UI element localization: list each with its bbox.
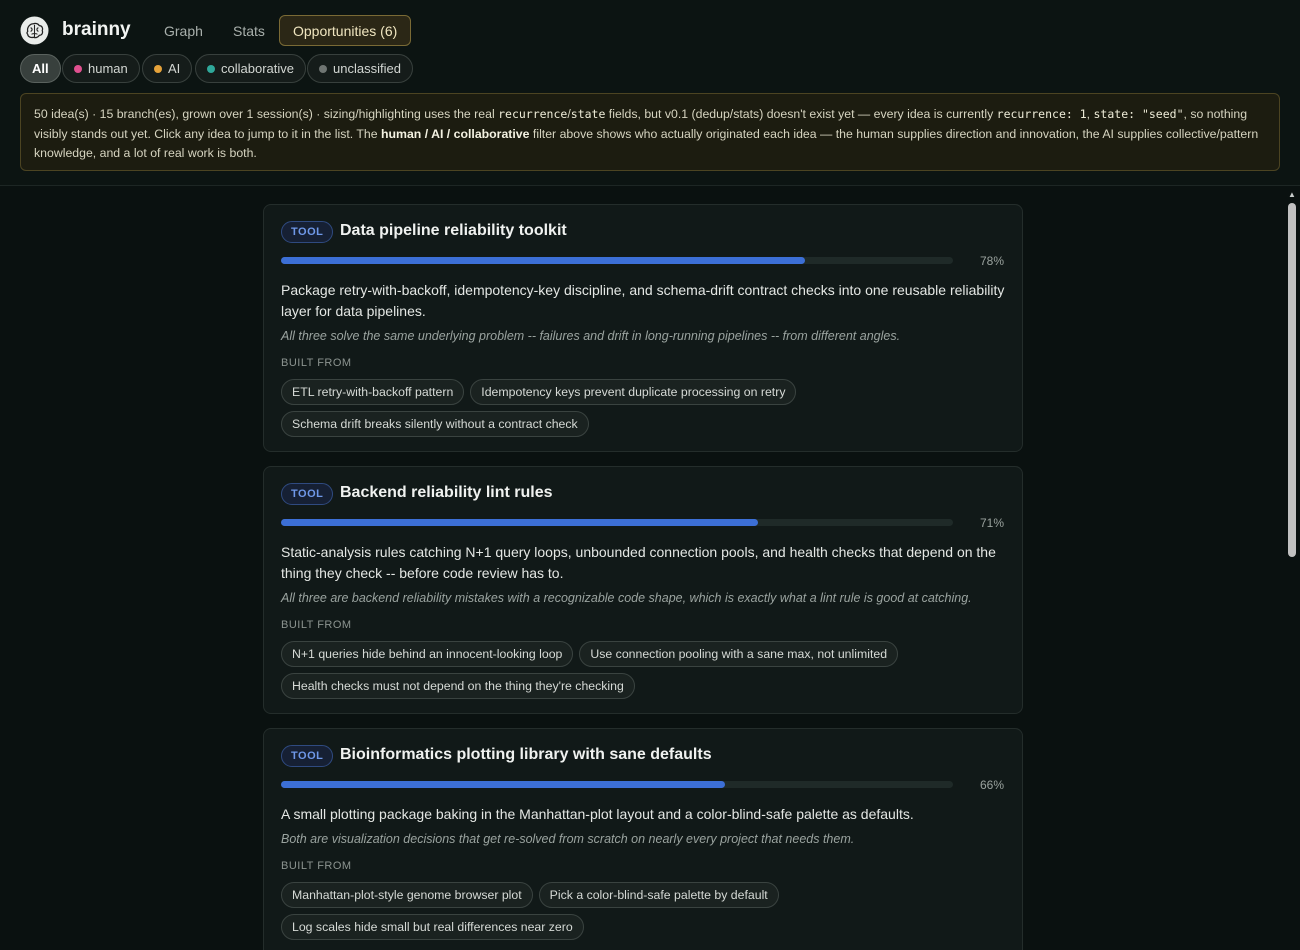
- filter-unclassified[interactable]: unclassified: [307, 54, 413, 83]
- opportunity-rationale: Both are visualization decisions that ge…: [281, 832, 855, 846]
- source-idea-chip[interactable]: Manhattan-plot-style genome browser plot: [281, 882, 533, 908]
- source-idea-chip[interactable]: Health checks must not depend on the thi…: [281, 673, 635, 699]
- source-idea-chip[interactable]: ETL retry-with-backoff pattern: [281, 379, 465, 405]
- source-idea-chip[interactable]: Schema drift breaks silently without a c…: [281, 411, 589, 437]
- score-percent: 71%: [979, 516, 1004, 530]
- type-badge: TOOL: [281, 221, 334, 243]
- opportunity-title: Data pipeline reliability toolkit: [340, 222, 567, 239]
- scrollbar-thumb[interactable]: [1288, 203, 1296, 557]
- notice-code: state: [570, 107, 606, 121]
- built-from-label: BUILT FROM: [281, 357, 352, 369]
- opportunity-rationale: All three solve the same underlying prob…: [281, 329, 901, 343]
- app-header: brainny Graph Stats Opportunities (6) Al…: [0, 0, 1300, 186]
- filter-ai-label: AI: [168, 61, 181, 76]
- opportunity-card[interactable]: TOOL Backend reliability lint rules 71% …: [263, 466, 1023, 714]
- ai-dot-icon: [154, 65, 162, 73]
- tab-graph[interactable]: Graph: [150, 15, 217, 46]
- opportunity-description: Static-analysis rules catching N+1 query…: [281, 544, 996, 581]
- opportunity-description: A small plotting package baking in the M…: [281, 806, 914, 822]
- notice-text: 50 idea(s) · 15 branch(es), grown over 1…: [34, 107, 499, 121]
- source-idea-chip[interactable]: Use connection pooling with a sane max, …: [579, 641, 899, 667]
- filter-human-label: human: [88, 61, 128, 76]
- collaborative-dot-icon: [207, 65, 215, 73]
- filter-ai[interactable]: AI: [142, 54, 193, 83]
- opportunity-description: Package retry-with-backoff, idempotency-…: [281, 282, 1005, 319]
- built-from-label: BUILT FROM: [281, 619, 352, 631]
- source-idea-chip[interactable]: Log scales hide small but real differenc…: [281, 914, 584, 940]
- type-badge: TOOL: [281, 745, 334, 767]
- notice-code: recurrence: [498, 107, 568, 121]
- opportunity-card[interactable]: TOOL Data pipeline reliability toolkit 7…: [263, 204, 1023, 452]
- score-bar: [281, 519, 953, 526]
- source-chips: N+1 queries hide behind an innocent-look…: [281, 641, 1005, 705]
- filter-collaborative[interactable]: collaborative: [195, 54, 306, 83]
- filter-unclassified-label: unclassified: [333, 61, 401, 76]
- filter-all-label: All: [32, 61, 49, 76]
- filter-collaborative-label: collaborative: [221, 61, 294, 76]
- notice-text: ,: [1086, 107, 1094, 121]
- opportunity-title: Backend reliability lint rules: [340, 484, 553, 501]
- tab-opportunities[interactable]: Opportunities (6): [279, 15, 412, 46]
- app-name: brainny: [62, 19, 131, 40]
- info-notice: 50 idea(s) · 15 branch(es), grown over 1…: [20, 93, 1280, 171]
- score-bar-fill: [281, 257, 806, 264]
- score-bar: [281, 781, 953, 788]
- filter-all[interactable]: All: [20, 54, 61, 83]
- opportunity-rationale: All three are backend reliability mistak…: [281, 591, 972, 605]
- tab-stats[interactable]: Stats: [219, 15, 279, 46]
- built-from-label: BUILT FROM: [281, 860, 352, 872]
- notice-bold: human / AI / collaborative: [380, 126, 530, 141]
- source-idea-chip[interactable]: Idempotency keys prevent duplicate proce…: [470, 379, 797, 405]
- notice-text: fields, but v0.1 (dedup/stats) doesn't e…: [605, 107, 997, 121]
- score-percent: 78%: [979, 254, 1004, 268]
- unclassified-dot-icon: [319, 65, 327, 73]
- score-bar-fill: [281, 519, 759, 526]
- human-dot-icon: [74, 65, 82, 73]
- source-chips: Manhattan-plot-style genome browser plot…: [281, 882, 1005, 946]
- score-bar-fill: [281, 781, 725, 788]
- notice-code: state: "seed": [1093, 107, 1184, 121]
- score-bar: [281, 257, 953, 264]
- notice-code: recurrence: 1: [996, 107, 1087, 121]
- opportunities-list[interactable]: TOOL Data pipeline reliability toolkit 7…: [0, 186, 1300, 950]
- source-idea-chip[interactable]: Pick a color-blind-safe palette by defau…: [538, 882, 779, 908]
- filter-human[interactable]: human: [62, 54, 140, 83]
- scroll-up-icon[interactable]: ▲: [1287, 190, 1297, 200]
- brain-logo-icon: [20, 16, 49, 45]
- type-badge: TOOL: [281, 483, 334, 505]
- opportunity-title: Bioinformatics plotting library with san…: [340, 746, 712, 763]
- score-percent: 66%: [979, 778, 1004, 792]
- opportunity-card[interactable]: TOOL Bioinformatics plotting library wit…: [263, 728, 1023, 950]
- source-chips: ETL retry-with-backoff pattern Idempotenc…: [281, 379, 1005, 443]
- source-idea-chip[interactable]: N+1 queries hide behind an innocent-look…: [281, 641, 574, 667]
